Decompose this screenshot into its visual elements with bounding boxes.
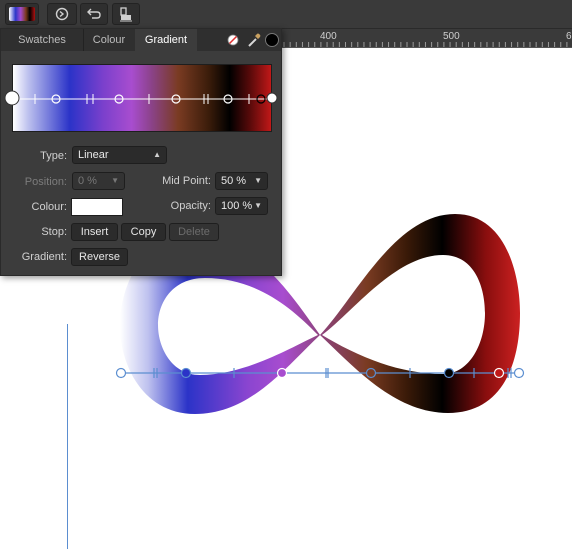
color-picker-icon[interactable] (246, 32, 262, 48)
none-color-icon[interactable] (227, 34, 239, 46)
gradient-stop-handle[interactable] (180, 367, 192, 379)
horizontal-ruler: 400 500 6 (282, 29, 572, 48)
ruler-label-500: 500 (443, 31, 460, 42)
chevron-down-icon: ▼ (254, 201, 262, 210)
type-label: Type: (40, 150, 67, 162)
colour-well[interactable] (71, 198, 123, 216)
opacity-value: 100 % (221, 200, 253, 212)
undo-button[interactable] (80, 3, 108, 25)
gradient-stop-track (13, 94, 273, 104)
sync-button[interactable] (47, 3, 77, 25)
panel-tabs: Swatches Colour Gradient (1, 29, 281, 51)
midpoint-dropdown[interactable]: 50 % ▼ (215, 172, 268, 190)
chevron-down-icon: ▼ (254, 176, 262, 185)
reverse-gradient-button[interactable]: Reverse (71, 248, 128, 266)
delete-stop-button[interactable]: Delete (169, 223, 219, 241)
tab-swatches[interactable]: Swatches (1, 29, 84, 51)
position-label: Position: (24, 176, 67, 188)
ruler-label-600: 6 (566, 31, 572, 42)
colour-panel: Swatches Colour Gradient Type: Linear ▲ … (0, 28, 282, 276)
gradient-swatch-button[interactable] (5, 3, 39, 25)
chevron-down-icon: ▼ (111, 176, 119, 185)
gradient-label: Gradient: (21, 251, 67, 263)
gradient-stop-handle[interactable] (365, 367, 377, 379)
gradient-swatch-icon (9, 7, 35, 21)
undo-icon (87, 8, 101, 19)
gradient-stop-handle[interactable] (276, 367, 288, 379)
tab-gradient[interactable]: Gradient (135, 29, 197, 51)
colour-label: Colour: (31, 201, 67, 213)
position-dropdown[interactable]: 0 % ▼ (72, 172, 125, 190)
gradient-stop-handle[interactable] (493, 367, 505, 379)
current-color-swatch[interactable] (265, 33, 279, 47)
insert-stop-button[interactable]: Insert (71, 223, 118, 241)
gradient-editor-bar[interactable] (12, 64, 273, 132)
midpoint-label: Mid Point: (162, 175, 211, 187)
lock-button[interactable] (112, 3, 140, 25)
gradient-end-stop[interactable] (265, 91, 281, 107)
gradient-start-stop[interactable] (1, 89, 21, 109)
midpoint-value: 50 % (221, 175, 247, 187)
sync-icon (55, 7, 69, 21)
vertical-guide (67, 324, 68, 549)
copy-stop-button[interactable]: Copy (121, 223, 166, 241)
stop-label: Stop: (41, 226, 67, 238)
type-dropdown[interactable]: Linear ▲ (72, 146, 167, 164)
gradient-stop-handle[interactable] (443, 367, 455, 379)
lock-icon (120, 7, 132, 22)
chevron-updown-icon: ▲ (153, 150, 161, 159)
opacity-dropdown[interactable]: 100 % ▼ (215, 197, 268, 215)
opacity-label: Opacity: (170, 200, 211, 212)
top-toolbar (0, 0, 572, 29)
gradient-end-handle[interactable] (513, 367, 525, 379)
ruler-label-400: 400 (320, 31, 337, 42)
gradient-stop-handle[interactable] (115, 367, 127, 379)
position-value: 0 % (78, 175, 97, 187)
tab-colour[interactable]: Colour (83, 29, 136, 51)
type-value: Linear (78, 149, 109, 161)
